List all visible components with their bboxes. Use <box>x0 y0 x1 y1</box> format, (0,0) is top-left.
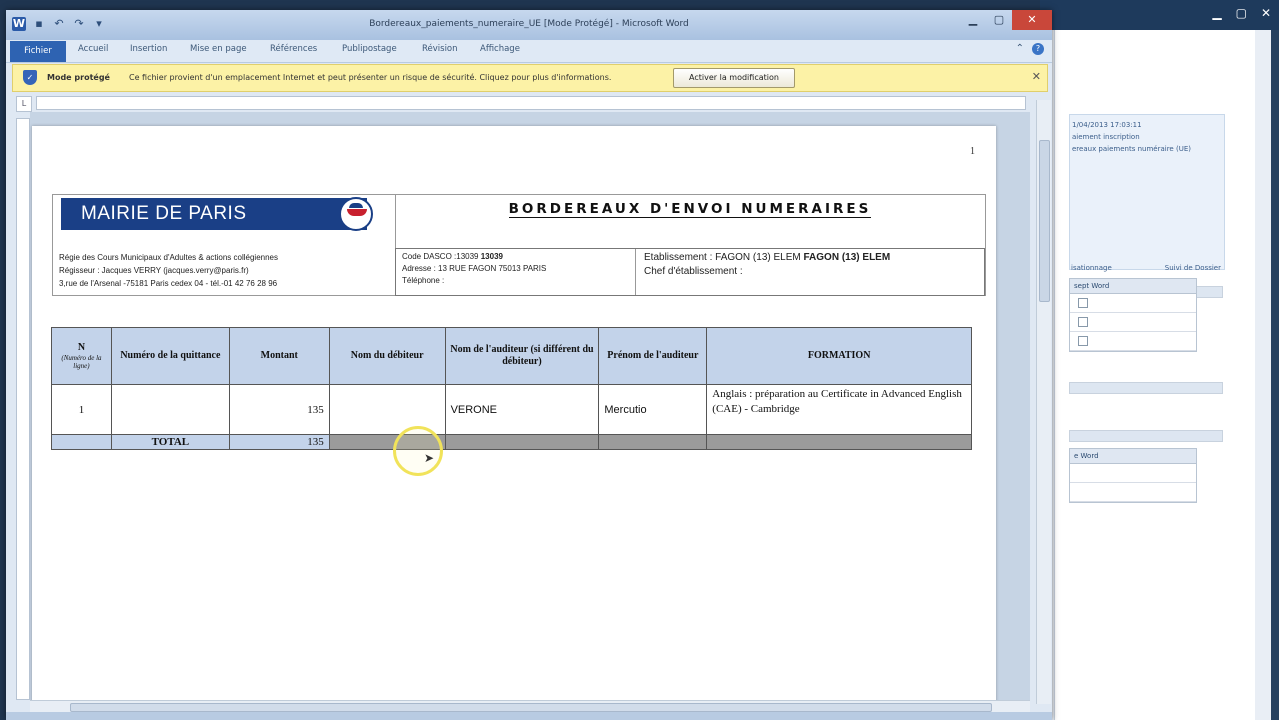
background-window: ▁ ▢ ✕ 1/04/2013 17:03:11 aiement inscrip… <box>1040 0 1279 720</box>
ribbon-tabs: Fichier Accueil Insertion Mise en page R… <box>6 40 1052 63</box>
checkbox[interactable] <box>1078 298 1088 308</box>
address: Adresse : 13 RUE FAGON 75013 PARIS <box>402 264 547 273</box>
etablissement-value: FAGON (13) ELEM <box>803 252 891 263</box>
cell-n[interactable]: 1 <box>51 384 112 435</box>
cell-formation[interactable]: Anglais : préparation au Certificate in … <box>706 384 972 435</box>
col-montant: Montant <box>228 327 330 385</box>
scroll-thumb[interactable] <box>1039 140 1050 302</box>
col-prenom: Prénom de l'auditeur <box>598 327 708 385</box>
bg-link[interactable]: Suivi de Dossier <box>1165 264 1221 272</box>
bg-line: 1/04/2013 17:03:11 <box>1072 121 1142 129</box>
background-titlebar: ▁ ▢ ✕ <box>1040 0 1279 30</box>
word-window: W ▪ ↶ ↷ ▾ Bordereaux_paiements_numeraire… <box>6 10 1052 720</box>
establishment-address: Code DASCO :13039 13039 Adresse : 13 RUE… <box>396 249 636 295</box>
cursor-highlight <box>393 426 443 476</box>
bg-line[interactable]: ereaux paiements numéraire (UE) <box>1072 143 1224 155</box>
etablissement-label: Etablissement : FAGON (13) ELEM <box>644 252 801 263</box>
col-n: N (Numéro de la ligne) <box>51 327 112 385</box>
col-auditeur: Nom de l'auditeur (si différent du débit… <box>444 327 600 385</box>
table-header-row: N (Numéro de la ligne) Numéro de la quitt… <box>51 327 972 385</box>
regie-info: Régie des Cours Municipaux d'Adultes & a… <box>59 253 278 288</box>
background-edge <box>1271 30 1279 720</box>
ribbon-collapse-icon[interactable]: ⌃ <box>1016 43 1024 55</box>
establishment-box: Code DASCO :13039 13039 Adresse : 13 RUE… <box>395 248 985 296</box>
total-label: TOTAL <box>110 434 230 450</box>
horizontal-ruler[interactable] <box>36 96 1026 110</box>
cell-empty[interactable] <box>706 434 972 450</box>
help-icon[interactable]: ? <box>1032 43 1044 55</box>
establishment-name: Etablissement : FAGON (13) ELEM FAGON (1… <box>644 251 984 279</box>
protected-message[interactable]: Ce fichier provient d'un emplacement Int… <box>129 73 611 82</box>
vertical-scrollbar[interactable] <box>1036 100 1051 704</box>
scroll-thumb[interactable] <box>70 703 992 712</box>
code-dasco-label: Code DASCO :13039 <box>402 252 479 261</box>
telephone: Téléphone : <box>402 276 445 285</box>
tab-fichier[interactable]: Fichier <box>10 41 66 62</box>
col-formation: FORMATION <box>706 327 972 385</box>
vertical-ruler[interactable] <box>16 118 30 700</box>
bordereau-table: N (Numéro de la ligne) Numéro de la quitt… <box>51 327 972 450</box>
close-icon[interactable]: ✕ <box>1261 6 1271 20</box>
paris-emblem-icon <box>339 197 373 231</box>
minimize-button[interactable]: ▁ <box>960 10 986 30</box>
protected-view-bar: ✓ Mode protégé Ce fichier provient d'un … <box>12 64 1048 92</box>
cell-empty[interactable] <box>444 434 600 450</box>
mouse-cursor-icon: ➤ <box>424 451 435 465</box>
bg-link[interactable]: isationnage <box>1071 264 1112 272</box>
bg-line[interactable]: aiement inscription <box>1072 131 1224 143</box>
bg-section-strip <box>1069 382 1223 394</box>
document-header: MAIRIE DE PARIS BORDEREAUX D'ENVOI NUMER… <box>52 194 986 296</box>
minimize-icon[interactable]: ▁ <box>1212 6 1221 20</box>
table-row: 1 135 VERONE Mercutio Anglais : préparat… <box>51 384 972 435</box>
mairie-logo: MAIRIE DE PARIS <box>61 197 373 231</box>
tab-accueil[interactable]: Accueil <box>78 44 108 54</box>
tab-mise-en-page[interactable]: Mise en page <box>190 44 247 54</box>
bg-table-header: e Word <box>1070 449 1196 464</box>
logo-cell: MAIRIE DE PARIS <box>53 195 396 248</box>
tab-selector-icon[interactable]: L <box>16 96 32 112</box>
col-debiteur: Nom du débiteur <box>328 327 446 385</box>
close-button[interactable]: ✕ <box>1012 10 1052 30</box>
tab-references[interactable]: Références <box>270 44 317 54</box>
cell-montant[interactable]: 135 <box>228 384 330 435</box>
cell-prenom[interactable]: Mercutio <box>598 384 708 435</box>
checkbox[interactable] <box>1078 336 1088 346</box>
bg-table-header: sept Word <box>1070 279 1196 294</box>
bg-table-2: e Word <box>1069 448 1197 503</box>
document-area: 1 MAIRIE DE PARIS BORDEREAUX D'ENVOI NUM… <box>30 112 1030 700</box>
chef-etablissement: Chef d'établissement : <box>644 266 743 277</box>
protected-title: Mode protégé <box>47 73 110 82</box>
enable-editing-button[interactable]: Activer la modification <box>673 68 795 88</box>
background-pane: 1/04/2013 17:03:11 aiement inscription e… <box>1054 30 1255 720</box>
background-info-box: 1/04/2013 17:03:11 aiement inscription e… <box>1069 114 1225 270</box>
document-title: BORDEREAUX D'ENVOI NUMERAIRES <box>508 201 872 218</box>
code-dasco-value: 13039 <box>480 252 503 261</box>
close-icon[interactable]: ✕ <box>1032 70 1041 83</box>
bg-section-strip <box>1069 430 1223 442</box>
total-value[interactable]: 135 <box>228 434 330 450</box>
bg-table-1: sept Word <box>1069 278 1197 352</box>
status-bar <box>6 712 1052 720</box>
document-page[interactable]: 1 MAIRIE DE PARIS BORDEREAUX D'ENVOI NUM… <box>32 126 996 700</box>
maximize-icon[interactable]: ▢ <box>1236 6 1247 20</box>
checkbox[interactable] <box>1078 317 1088 327</box>
window-controls: ▁ ▢ ✕ <box>960 10 1052 30</box>
col-quittance: Numéro de la quittance <box>110 327 230 385</box>
maximize-button[interactable]: ▢ <box>986 10 1012 30</box>
cell-empty[interactable] <box>598 434 708 450</box>
tab-publipostage[interactable]: Publipostage <box>342 44 397 54</box>
tab-affichage[interactable]: Affichage <box>480 44 520 54</box>
window-title: Bordereaux_paiements_numeraire_UE [Mode … <box>369 19 689 29</box>
title-bar: W ▪ ↶ ↷ ▾ Bordereaux_paiements_numeraire… <box>6 10 1052 40</box>
tab-revision[interactable]: Révision <box>422 44 458 54</box>
cell-quittance[interactable] <box>110 384 230 435</box>
page-number: 1 <box>970 146 975 157</box>
logo-text: MAIRIE DE PARIS <box>81 203 247 224</box>
background-links: isationnage Suivi de Dossier <box>1071 264 1221 272</box>
shield-icon: ✓ <box>23 70 37 85</box>
cell-empty[interactable] <box>51 434 112 450</box>
total-row: TOTAL 135 <box>51 434 972 450</box>
cell-auditeur[interactable]: VERONE <box>444 384 600 435</box>
tab-insertion[interactable]: Insertion <box>130 44 167 54</box>
